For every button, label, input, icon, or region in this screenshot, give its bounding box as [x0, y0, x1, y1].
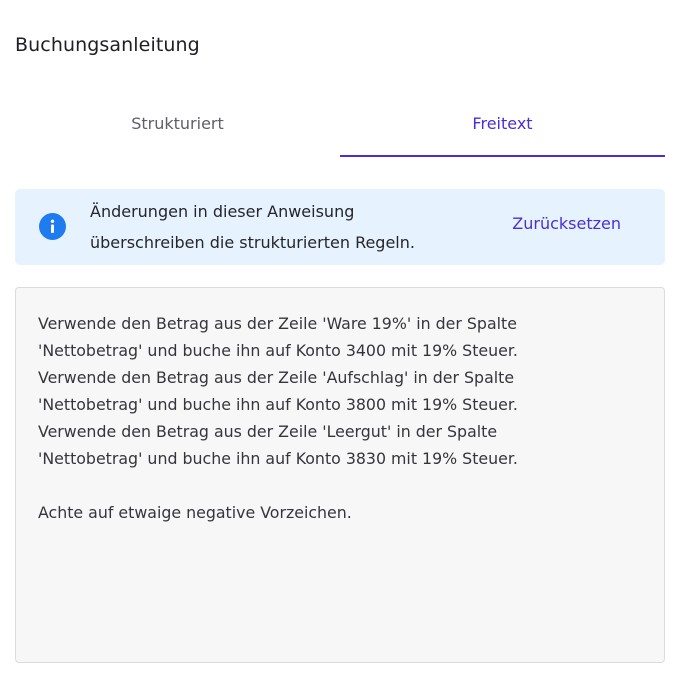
- instruction-line: 'Nettobetrag' und buche ihn auf Konto 34…: [38, 341, 518, 360]
- tab-bar: Strukturiert Freitext: [15, 96, 665, 157]
- tab-structured[interactable]: Strukturiert: [15, 96, 340, 157]
- info-icon: [39, 213, 66, 240]
- instruction-line: Verwende den Betrag aus der Zeile 'Leerg…: [38, 422, 498, 441]
- instruction-line: Achte auf etwaige negative Vorzeichen.: [38, 503, 352, 522]
- info-notice: Änderungen in dieser Anweisung überschre…: [15, 189, 665, 265]
- reset-button[interactable]: Zurücksetzen: [512, 214, 621, 233]
- instruction-line: Verwende den Betrag aus der Zeile 'Aufsc…: [38, 368, 515, 387]
- info-notice-line: Änderungen in dieser Anweisung: [90, 202, 355, 221]
- panel-title: Buchungsanleitung: [15, 34, 200, 56]
- tab-structured-label: Strukturiert: [131, 114, 224, 133]
- instruction-line: Verwende den Betrag aus der Zeile 'Ware …: [38, 314, 517, 333]
- tab-free-text[interactable]: Freitext: [340, 96, 665, 157]
- info-notice-text: Änderungen in dieser Anweisung überschre…: [90, 196, 490, 258]
- booking-instruction-panel: Buchungsanleitung Strukturiert Freitext …: [0, 0, 678, 674]
- tab-free-text-label: Freitext: [472, 114, 533, 133]
- instruction-line: 'Nettobetrag' und buche ihn auf Konto 38…: [38, 395, 518, 414]
- instruction-blank-line: [38, 472, 642, 499]
- info-notice-line: überschreiben die strukturierten Regeln.: [90, 233, 415, 252]
- instruction-line: 'Nettobetrag' und buche ihn auf Konto 38…: [38, 449, 518, 468]
- free-text-instruction-field[interactable]: Verwende den Betrag aus der Zeile 'Ware …: [15, 287, 665, 663]
